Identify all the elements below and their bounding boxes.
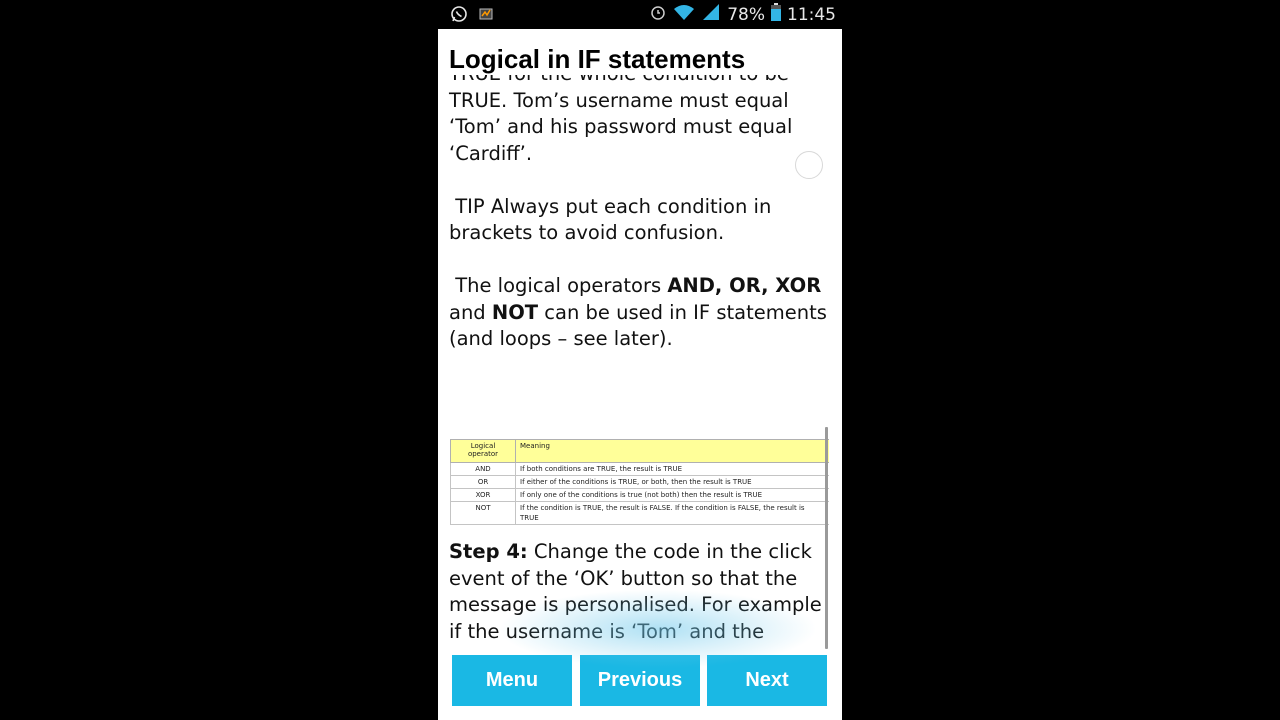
whatsapp-icon	[450, 5, 468, 27]
app-screen: Logical in IF statements TRUE for the wh…	[438, 29, 842, 720]
table-row: XOR If only one of the conditions is tru…	[450, 488, 829, 502]
operators-bold-1: AND, OR, XOR	[667, 274, 822, 297]
clock: 11:45	[787, 4, 836, 25]
table-header-operator: Logical operator	[450, 439, 516, 463]
cut-off-line: TRUE for the whole condition to be	[449, 75, 829, 88]
scrollbar[interactable]	[825, 427, 828, 649]
intro-paragraph: TRUE. Tom’s username must equal ‘Tom’ an…	[449, 88, 793, 165]
table-row: AND If both conditions are TRUE, the res…	[450, 462, 829, 476]
table-cell-meaning: If both conditions are TRUE, the result …	[515, 462, 829, 476]
scroll-content[interactable]: TRUE for the whole condition to be TRUE.…	[438, 75, 829, 649]
tip-paragraph: TIP Always put each condition in bracket…	[449, 194, 778, 245]
previous-button[interactable]: Previous	[580, 655, 700, 706]
table-row: OR If either of the conditions is TRUE, …	[450, 475, 829, 489]
table-cell-operator: NOT	[450, 501, 516, 525]
step-label: Step 4:	[449, 540, 528, 563]
app-notification-icon	[478, 6, 494, 26]
battery-percent: 78%	[727, 4, 765, 25]
logical-operator-table: Logical operator Meaning AND If both con…	[450, 439, 829, 525]
page-title: Logical in IF statements	[449, 44, 752, 75]
table-row: NOT If the condition is TRUE, the result…	[450, 501, 829, 525]
table-header-meaning: Meaning	[515, 439, 829, 463]
operators-paragraph: The logical operators AND, OR, XOR and N…	[449, 273, 829, 353]
wifi-icon	[673, 3, 695, 26]
table-cell-operator: AND	[450, 462, 516, 476]
touch-indicator-icon	[795, 151, 823, 179]
step-paragraph: Step 4: Change the code in the click eve…	[449, 539, 829, 649]
table-cell-meaning: If the condition is TRUE, the result is …	[515, 501, 829, 525]
status-bar: 78% 11:45	[438, 0, 842, 29]
table-cell-operator: XOR	[450, 488, 516, 502]
next-button[interactable]: Next	[707, 655, 827, 706]
alarm-icon	[649, 3, 667, 26]
table-cell-operator: OR	[450, 475, 516, 489]
signal-icon	[701, 3, 721, 26]
bottom-button-bar: Menu Previous Next	[438, 655, 842, 707]
battery-icon	[771, 3, 781, 26]
table-cell-meaning: If either of the conditions is TRUE, or …	[515, 475, 829, 489]
table-cell-meaning: If only one of the conditions is true (n…	[515, 488, 829, 502]
operators-bold-2: NOT	[491, 300, 539, 324]
menu-button[interactable]: Menu	[452, 655, 572, 706]
operators-text-a: The logical operators	[449, 274, 668, 297]
